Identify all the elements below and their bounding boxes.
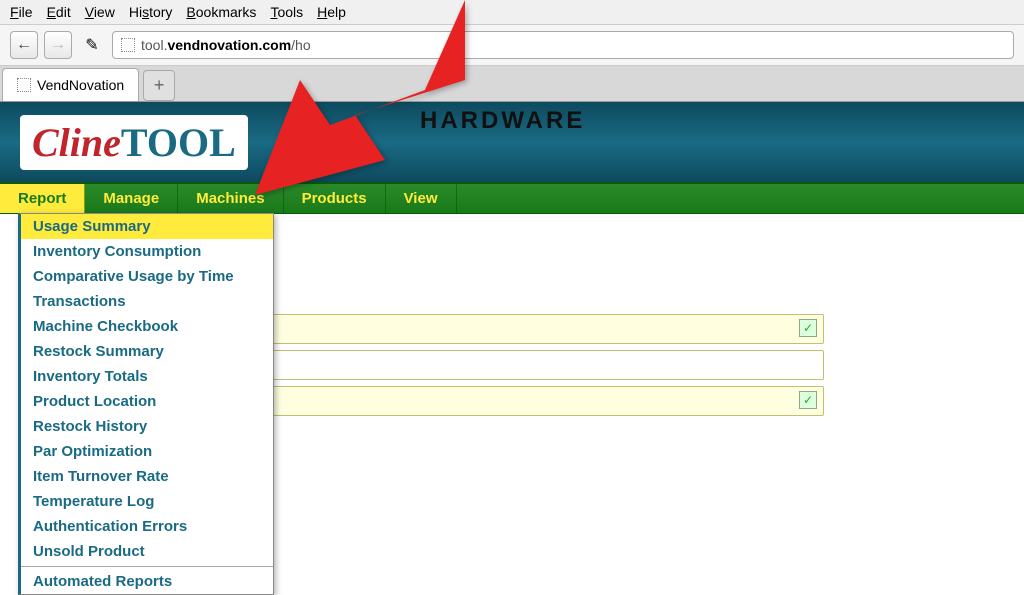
main-nav: Report Manage Machines Products View	[0, 182, 1024, 214]
dropdown-item-product-location[interactable]: Product Location	[21, 389, 273, 414]
edit-button[interactable]: ✎	[78, 31, 106, 59]
nav-view[interactable]: View	[386, 184, 457, 213]
header-decor-text: HARDWARE	[420, 107, 585, 135]
menu-edit[interactable]: Edit	[47, 4, 71, 20]
site-icon	[121, 38, 135, 52]
dropdown-item-auth-errors[interactable]: Authentication Errors	[21, 514, 273, 539]
logo-part1: Cline	[32, 120, 121, 165]
pencil-icon: ✎	[85, 35, 98, 55]
alert-action-button[interactable]: ✓	[799, 391, 817, 409]
dropdown-separator	[21, 566, 273, 567]
dropdown-item-usage-summary[interactable]: Usage Summary	[21, 214, 273, 239]
dropdown-item-inventory-consumption[interactable]: Inventory Consumption	[21, 239, 273, 264]
menu-history[interactable]: History	[129, 4, 173, 20]
dropdown-item-automated-reports[interactable]: Automated Reports	[21, 569, 273, 594]
browser-toolbar: ← → ✎ tool.vendnovation.com/ho	[0, 25, 1024, 66]
browser-menu-bar: File Edit View History Bookmarks Tools H…	[0, 0, 1024, 25]
menu-file[interactable]: File	[10, 4, 33, 20]
nav-machines[interactable]: Machines	[178, 184, 283, 213]
logo-part2: TOOL	[121, 120, 236, 165]
dropdown-item-machine-checkbook[interactable]: Machine Checkbook	[21, 314, 273, 339]
menu-tools[interactable]: Tools	[270, 4, 303, 20]
check-icon: ✓	[803, 321, 813, 335]
tab-vendnovation[interactable]: VendNovation	[2, 68, 139, 101]
check-icon: ✓	[803, 393, 813, 407]
arrow-left-icon: ←	[16, 36, 32, 54]
nav-report[interactable]: Report	[0, 184, 85, 213]
alert-action-button[interactable]: ✓	[799, 319, 817, 337]
url-bar[interactable]: tool.vendnovation.com/ho	[112, 31, 1014, 59]
dropdown-item-restock-summary[interactable]: Restock Summary	[21, 339, 273, 364]
nav-products[interactable]: Products	[284, 184, 386, 213]
tab-favicon-icon	[17, 78, 31, 92]
forward-button[interactable]: →	[44, 31, 72, 59]
menu-view[interactable]: View	[85, 4, 115, 20]
new-tab-button[interactable]: +	[143, 70, 175, 101]
arrow-right-icon: →	[50, 36, 66, 54]
dropdown-item-transactions[interactable]: Transactions	[21, 289, 273, 314]
plus-icon: +	[154, 75, 165, 96]
report-dropdown: Usage Summary Inventory Consumption Comp…	[18, 213, 274, 595]
dropdown-item-unsold-product[interactable]: Unsold Product	[21, 539, 273, 564]
dropdown-item-restock-history[interactable]: Restock History	[21, 414, 273, 439]
menu-bookmarks[interactable]: Bookmarks	[186, 4, 256, 20]
url-text: tool.vendnovation.com/ho	[141, 37, 311, 53]
tabs-row: VendNovation +	[0, 66, 1024, 102]
back-button[interactable]: ←	[10, 31, 38, 59]
menu-help[interactable]: Help	[317, 4, 346, 20]
dropdown-item-inventory-totals[interactable]: Inventory Totals	[21, 364, 273, 389]
dropdown-item-item-turnover[interactable]: Item Turnover Rate	[21, 464, 273, 489]
dropdown-item-comparative-usage[interactable]: Comparative Usage by Time	[21, 264, 273, 289]
logo: ClineTOOL	[20, 115, 248, 170]
tab-title: VendNovation	[37, 77, 124, 93]
app-header: ClineTOOL HARDWARE	[0, 102, 1024, 182]
dropdown-item-par-optimization[interactable]: Par Optimization	[21, 439, 273, 464]
dropdown-item-temperature-log[interactable]: Temperature Log	[21, 489, 273, 514]
nav-manage[interactable]: Manage	[85, 184, 178, 213]
